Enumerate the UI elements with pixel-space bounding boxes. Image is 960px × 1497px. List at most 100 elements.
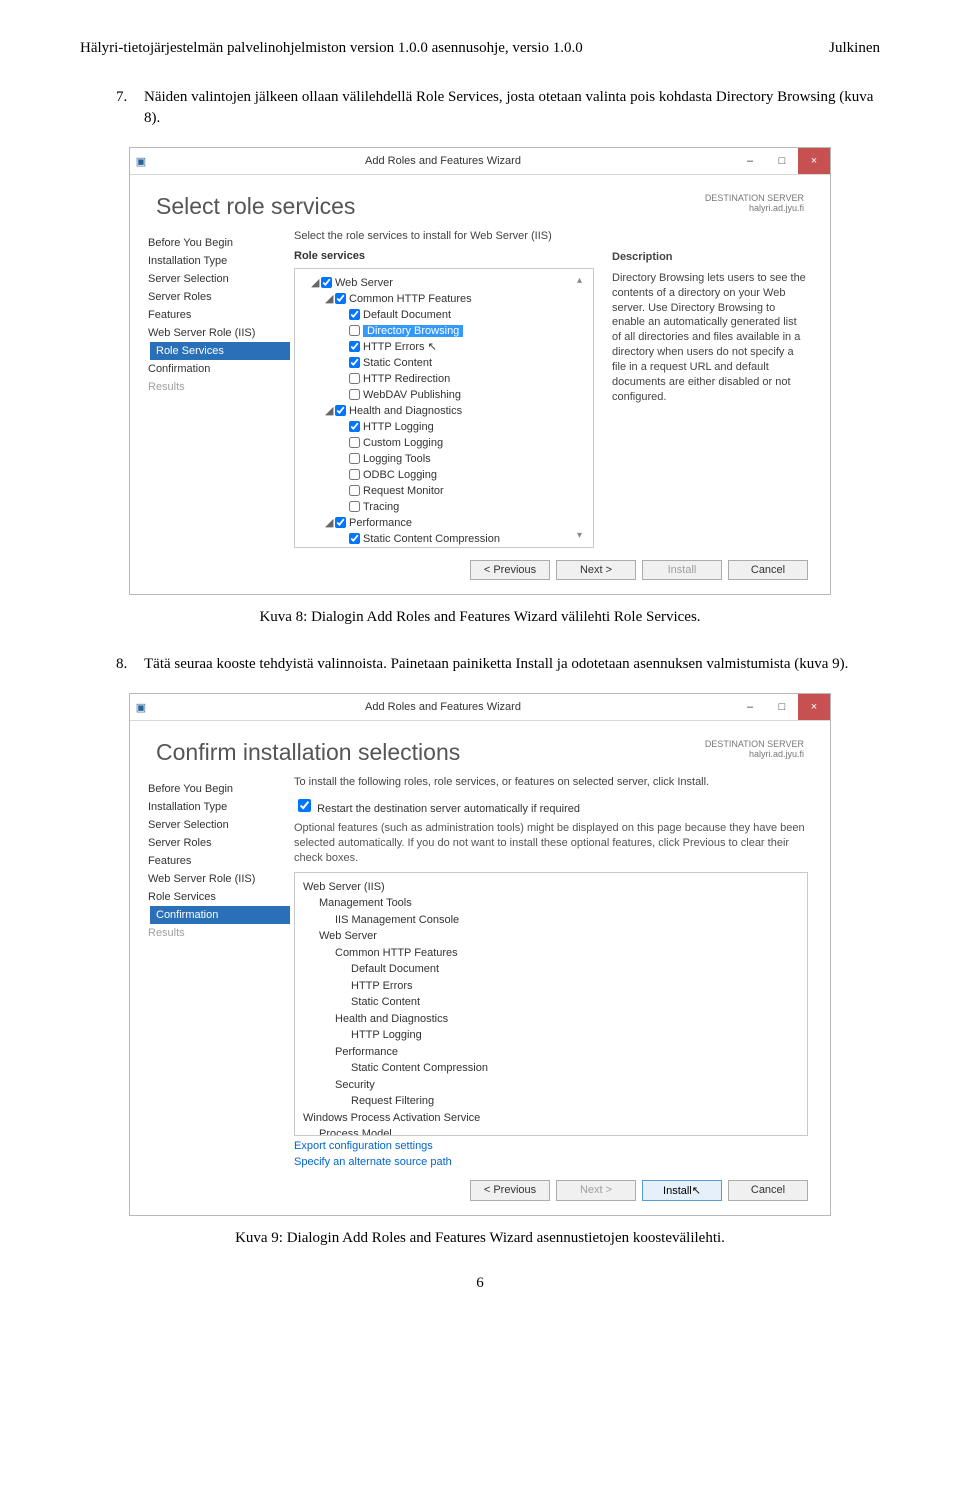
tree-item-label: WebDAV Publishing bbox=[363, 389, 461, 401]
list-item: Health and Diagnostics bbox=[303, 1011, 799, 1028]
nav-item[interactable]: Before You Begin bbox=[148, 234, 290, 252]
nav-item[interactable]: Before You Begin bbox=[148, 780, 290, 798]
tree-item[interactable]: Static Content Compression bbox=[299, 531, 589, 547]
tree-item-label: Default Document bbox=[363, 309, 451, 321]
destination-server-name: halyri.ad.jyu.fi bbox=[705, 203, 804, 213]
list-item: Static Content Compression bbox=[303, 1060, 799, 1077]
nav-item[interactable]: Installation Type bbox=[148, 252, 290, 270]
tree-item[interactable]: Request Monitor bbox=[299, 483, 589, 499]
tree-checkbox[interactable] bbox=[335, 517, 346, 528]
cancel-button[interactable]: Cancel bbox=[728, 1180, 808, 1201]
minimize-button[interactable]: – bbox=[734, 148, 766, 174]
tree-checkbox[interactable] bbox=[349, 341, 360, 352]
header-left: Hälyri-tietojärjestelmän palvelinohjelmi… bbox=[80, 40, 583, 57]
list-item: IIS Management Console bbox=[303, 912, 799, 929]
nav-item[interactable]: Server Roles bbox=[148, 834, 290, 852]
nav-item[interactable]: Features bbox=[148, 306, 290, 324]
tree-item[interactable]: ◢Health and Diagnostics bbox=[299, 403, 589, 419]
tree-item[interactable]: Default Document bbox=[299, 307, 589, 323]
nav-item[interactable]: Server Selection bbox=[148, 270, 290, 288]
tree-item[interactable]: Custom Logging bbox=[299, 435, 589, 451]
wizard-heading: Confirm installation selections bbox=[156, 739, 460, 766]
nav-item[interactable]: Role Services bbox=[148, 888, 290, 906]
tree-checkbox[interactable] bbox=[349, 533, 360, 544]
previous-button[interactable]: < Previous bbox=[470, 560, 550, 580]
cancel-button[interactable]: Cancel bbox=[728, 560, 808, 580]
alternate-source-link[interactable]: Specify an alternate source path bbox=[294, 1156, 808, 1168]
tree-checkbox[interactable] bbox=[349, 485, 360, 496]
list-item: Security bbox=[303, 1077, 799, 1094]
tree-item[interactable]: WebDAV Publishing bbox=[299, 387, 589, 403]
nav-item[interactable]: Installation Type bbox=[148, 798, 290, 816]
cursor-icon: ↖ bbox=[425, 341, 437, 353]
nav-item[interactable]: Web Server Role (IIS) bbox=[148, 324, 290, 342]
tree-item[interactable]: ◢Common HTTP Features bbox=[299, 291, 589, 307]
nav-item[interactable]: Server Selection bbox=[148, 816, 290, 834]
list-item: Process Model bbox=[303, 1126, 799, 1136]
selections-list[interactable]: Web Server (IIS)Management ToolsIIS Mana… bbox=[294, 872, 808, 1136]
nav-item[interactable]: Confirmation bbox=[150, 906, 290, 924]
tree-item-label: Common HTTP Features bbox=[349, 293, 472, 305]
tree-item[interactable]: Dynamic Content Compression bbox=[299, 547, 589, 548]
role-services-tree[interactable]: ◢Web Server◢Common HTTP Features Default … bbox=[294, 268, 594, 548]
tree-checkbox[interactable] bbox=[349, 325, 360, 336]
wizard-nav: Before You BeginInstallation TypeServer … bbox=[130, 230, 290, 548]
tree-checkbox[interactable] bbox=[349, 421, 360, 432]
nav-item[interactable]: Server Roles bbox=[148, 288, 290, 306]
tree-checkbox[interactable] bbox=[349, 437, 360, 448]
restart-checkbox-row[interactable]: Restart the destination server automatic… bbox=[294, 796, 808, 815]
nav-item[interactable]: Results bbox=[148, 924, 290, 942]
tree-checkbox[interactable] bbox=[349, 453, 360, 464]
list-item: Performance bbox=[303, 1044, 799, 1061]
tree-item[interactable]: Tracing bbox=[299, 499, 589, 515]
tree-checkbox[interactable] bbox=[349, 389, 360, 400]
step-number: 8. bbox=[116, 654, 144, 675]
nav-item[interactable]: Confirmation bbox=[148, 360, 290, 378]
tree-checkbox[interactable] bbox=[349, 309, 360, 320]
instruction-step-7: 7. Näiden valintojen jälkeen ollaan väli… bbox=[116, 87, 880, 129]
tree-item[interactable]: ODBC Logging bbox=[299, 467, 589, 483]
list-item: Default Document bbox=[303, 961, 799, 978]
maximize-button[interactable]: □ bbox=[766, 694, 798, 720]
close-button[interactable]: × bbox=[798, 694, 830, 720]
restart-checkbox[interactable] bbox=[298, 799, 311, 812]
tree-item-label: Request Monitor bbox=[363, 485, 444, 497]
tree-item[interactable]: Directory Browsing bbox=[299, 323, 589, 339]
tree-item[interactable]: Static Content bbox=[299, 355, 589, 371]
tree-item[interactable]: HTTP Redirection bbox=[299, 371, 589, 387]
window-title: Add Roles and Features Wizard bbox=[152, 701, 734, 713]
tree-item-label: Custom Logging bbox=[363, 437, 443, 449]
maximize-button[interactable]: □ bbox=[766, 148, 798, 174]
tree-checkbox[interactable] bbox=[335, 293, 346, 304]
scrollbar[interactable]: ▴▾ bbox=[577, 275, 591, 541]
close-button[interactable]: × bbox=[798, 148, 830, 174]
figure-8-wizard: ▣ Add Roles and Features Wizard – □ × Se… bbox=[129, 147, 831, 595]
tree-item[interactable]: ◢Performance bbox=[299, 515, 589, 531]
minimize-button[interactable]: – bbox=[734, 694, 766, 720]
next-button[interactable]: Next > bbox=[556, 1180, 636, 1201]
tree-item[interactable]: HTTP Logging bbox=[299, 419, 589, 435]
previous-button[interactable]: < Previous bbox=[470, 1180, 550, 1201]
tree-checkbox[interactable] bbox=[349, 357, 360, 368]
tree-item-label: Static Content Compression bbox=[363, 533, 500, 545]
install-button[interactable]: Install bbox=[642, 560, 722, 580]
nav-item[interactable]: Web Server Role (IIS) bbox=[148, 870, 290, 888]
install-button[interactable]: Install↖ bbox=[642, 1180, 722, 1201]
tree-checkbox[interactable] bbox=[349, 373, 360, 384]
tree-checkbox[interactable] bbox=[349, 469, 360, 480]
tree-checkbox[interactable] bbox=[349, 501, 360, 512]
tree-checkbox[interactable] bbox=[321, 277, 332, 288]
next-button[interactable]: Next > bbox=[556, 560, 636, 580]
export-settings-link[interactable]: Export configuration settings bbox=[294, 1140, 808, 1152]
tree-checkbox[interactable] bbox=[335, 405, 346, 416]
tree-item[interactable]: ◢Web Server bbox=[299, 275, 589, 291]
page-number: 6 bbox=[80, 1275, 880, 1292]
destination-server-name: halyri.ad.jyu.fi bbox=[705, 749, 804, 759]
nav-item[interactable]: Results bbox=[148, 378, 290, 396]
tree-item[interactable]: Logging Tools bbox=[299, 451, 589, 467]
tree-item-label: Performance bbox=[349, 517, 412, 529]
tree-item[interactable]: HTTP Errors ↖ bbox=[299, 339, 589, 355]
nav-item[interactable]: Features bbox=[148, 852, 290, 870]
step-text: Näiden valintojen jälkeen ollaan välileh… bbox=[144, 87, 880, 129]
nav-item[interactable]: Role Services bbox=[150, 342, 290, 360]
